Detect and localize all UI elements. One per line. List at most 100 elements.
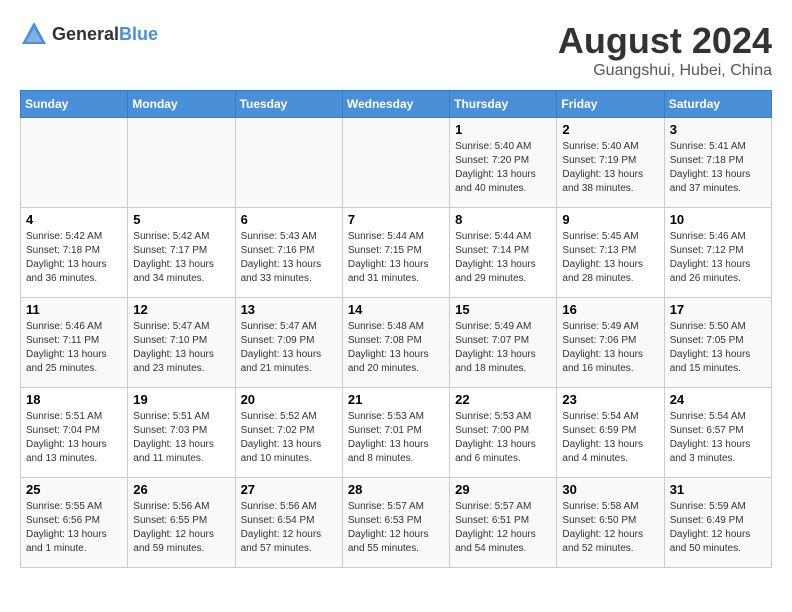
day-number: 25 xyxy=(26,482,122,497)
day-number: 27 xyxy=(241,482,337,497)
calendar-cell: 1 Sunrise: 5:40 AMSunset: 7:20 PMDaylight… xyxy=(450,118,557,208)
day-info: Sunrise: 5:51 AMSunset: 7:04 PMDaylight:… xyxy=(26,410,122,466)
weekday-header-friday: Friday xyxy=(557,91,664,118)
weekday-header-saturday: Saturday xyxy=(664,91,771,118)
calendar-cell xyxy=(128,118,235,208)
day-info: Sunrise: 5:58 AMSunset: 6:50 PMDaylight:… xyxy=(562,500,658,556)
day-info: Sunrise: 5:47 AMSunset: 7:10 PMDaylight:… xyxy=(133,320,229,376)
logo-icon xyxy=(20,20,48,48)
calendar-cell: 30 Sunrise: 5:58 AMSunset: 6:50 PMDayligh… xyxy=(557,478,664,568)
weekday-header-monday: Monday xyxy=(128,91,235,118)
day-number: 2 xyxy=(562,122,658,137)
calendar-cell: 2 Sunrise: 5:40 AMSunset: 7:19 PMDaylight… xyxy=(557,118,664,208)
day-info: Sunrise: 5:48 AMSunset: 7:08 PMDaylight:… xyxy=(348,320,444,376)
calendar-cell: 7 Sunrise: 5:44 AMSunset: 7:15 PMDaylight… xyxy=(342,208,449,298)
day-number: 19 xyxy=(133,392,229,407)
logo-text-blue: Blue xyxy=(119,24,158,44)
day-info: Sunrise: 5:56 AMSunset: 6:54 PMDaylight:… xyxy=(241,500,337,556)
day-number: 16 xyxy=(562,302,658,317)
calendar-cell: 24 Sunrise: 5:54 AMSunset: 6:57 PMDayligh… xyxy=(664,388,771,478)
calendar-cell: 25Sunrise: 5:55 AMSunset: 6:56 PMDayligh… xyxy=(21,478,128,568)
day-info: Sunrise: 5:40 AMSunset: 7:20 PMDaylight:… xyxy=(455,140,551,196)
day-number: 5 xyxy=(133,212,229,227)
calendar-cell xyxy=(342,118,449,208)
day-number: 29 xyxy=(455,482,551,497)
day-number: 31 xyxy=(670,482,766,497)
day-number: 22 xyxy=(455,392,551,407)
day-number: 1 xyxy=(455,122,551,137)
calendar-cell: 9Sunrise: 5:45 AMSunset: 7:13 PMDaylight… xyxy=(557,208,664,298)
day-number: 23 xyxy=(562,392,658,407)
day-info: Sunrise: 5:42 AMSunset: 7:17 PMDaylight:… xyxy=(133,230,229,286)
month-year: August 2024 xyxy=(558,20,772,62)
calendar-cell xyxy=(21,118,128,208)
day-info: Sunrise: 5:41 AMSunset: 7:18 PMDaylight:… xyxy=(670,140,766,196)
day-number: 13 xyxy=(241,302,337,317)
day-number: 14 xyxy=(348,302,444,317)
title-block: August 2024 Guangshui, Hubei, China xyxy=(558,20,772,80)
day-number: 26 xyxy=(133,482,229,497)
day-number: 28 xyxy=(348,482,444,497)
calendar-cell: 23 Sunrise: 5:54 AMSunset: 6:59 PMDayligh… xyxy=(557,388,664,478)
calendar-header-row: SundayMondayTuesdayWednesdayThursdayFrid… xyxy=(21,91,772,118)
day-number: 17 xyxy=(670,302,766,317)
weekday-header-thursday: Thursday xyxy=(450,91,557,118)
calendar-cell: 4Sunrise: 5:42 AMSunset: 7:18 PMDaylight… xyxy=(21,208,128,298)
calendar-cell: 22Sunrise: 5:53 AMSunset: 7:00 PMDayligh… xyxy=(450,388,557,478)
day-number: 6 xyxy=(241,212,337,227)
day-info: Sunrise: 5:54 AMSunset: 6:59 PMDaylight:… xyxy=(562,410,658,466)
logo: GeneralBlue xyxy=(20,20,158,48)
calendar-cell: 18 Sunrise: 5:51 AMSunset: 7:04 PMDayligh… xyxy=(21,388,128,478)
calendar-cell: 14 Sunrise: 5:48 AMSunset: 7:08 PMDayligh… xyxy=(342,298,449,388)
calendar-week-4: 18 Sunrise: 5:51 AMSunset: 7:04 PMDayligh… xyxy=(21,388,772,478)
day-info: Sunrise: 5:51 AMSunset: 7:03 PMDaylight:… xyxy=(133,410,229,466)
day-info: Sunrise: 5:47 AMSunset: 7:09 PMDaylight:… xyxy=(241,320,337,376)
day-number: 15 xyxy=(455,302,551,317)
weekday-header-tuesday: Tuesday xyxy=(235,91,342,118)
day-info: Sunrise: 5:57 AMSunset: 6:53 PMDaylight:… xyxy=(348,500,444,556)
day-info: Sunrise: 5:59 AMSunset: 6:49 PMDaylight:… xyxy=(670,500,766,556)
day-number: 11 xyxy=(26,302,122,317)
calendar-cell: 13 Sunrise: 5:47 AMSunset: 7:09 PMDayligh… xyxy=(235,298,342,388)
day-info: Sunrise: 5:57 AMSunset: 6:51 PMDaylight:… xyxy=(455,500,551,556)
day-info: Sunrise: 5:46 AMSunset: 7:11 PMDaylight:… xyxy=(26,320,122,376)
day-info: Sunrise: 5:53 AMSunset: 7:01 PMDaylight:… xyxy=(348,410,444,466)
calendar-week-5: 25Sunrise: 5:55 AMSunset: 6:56 PMDayligh… xyxy=(21,478,772,568)
calendar-cell: 19 Sunrise: 5:51 AMSunset: 7:03 PMDayligh… xyxy=(128,388,235,478)
day-number: 10 xyxy=(670,212,766,227)
day-info: Sunrise: 5:49 AMSunset: 7:07 PMDaylight:… xyxy=(455,320,551,376)
day-info: Sunrise: 5:44 AMSunset: 7:15 PMDaylight:… xyxy=(348,230,444,286)
day-info: Sunrise: 5:49 AMSunset: 7:06 PMDaylight:… xyxy=(562,320,658,376)
day-info: Sunrise: 5:50 AMSunset: 7:05 PMDaylight:… xyxy=(670,320,766,376)
day-number: 24 xyxy=(670,392,766,407)
day-info: Sunrise: 5:45 AMSunset: 7:13 PMDaylight:… xyxy=(562,230,658,286)
day-info: Sunrise: 5:52 AMSunset: 7:02 PMDaylight:… xyxy=(241,410,337,466)
day-number: 18 xyxy=(26,392,122,407)
day-info: Sunrise: 5:54 AMSunset: 6:57 PMDaylight:… xyxy=(670,410,766,466)
calendar-week-2: 4Sunrise: 5:42 AMSunset: 7:18 PMDaylight… xyxy=(21,208,772,298)
day-number: 30 xyxy=(562,482,658,497)
day-info: Sunrise: 5:40 AMSunset: 7:19 PMDaylight:… xyxy=(562,140,658,196)
logo-text-general: General xyxy=(52,24,119,44)
calendar-cell: 21 Sunrise: 5:53 AMSunset: 7:01 PMDayligh… xyxy=(342,388,449,478)
day-number: 3 xyxy=(670,122,766,137)
day-number: 12 xyxy=(133,302,229,317)
calendar-cell: 3 Sunrise: 5:41 AMSunset: 7:18 PMDaylight… xyxy=(664,118,771,208)
calendar-cell: 15 Sunrise: 5:49 AMSunset: 7:07 PMDayligh… xyxy=(450,298,557,388)
day-number: 8 xyxy=(455,212,551,227)
calendar-cell: 10 Sunrise: 5:46 AMSunset: 7:12 PMDayligh… xyxy=(664,208,771,298)
weekday-header-sunday: Sunday xyxy=(21,91,128,118)
calendar-cell: 28 Sunrise: 5:57 AMSunset: 6:53 PMDayligh… xyxy=(342,478,449,568)
day-info: Sunrise: 5:46 AMSunset: 7:12 PMDaylight:… xyxy=(670,230,766,286)
calendar-cell: 16 Sunrise: 5:49 AMSunset: 7:06 PMDayligh… xyxy=(557,298,664,388)
day-number: 7 xyxy=(348,212,444,227)
calendar-cell: 5 Sunrise: 5:42 AMSunset: 7:17 PMDaylight… xyxy=(128,208,235,298)
calendar-cell xyxy=(235,118,342,208)
calendar-cell: 8Sunrise: 5:44 AMSunset: 7:14 PMDaylight… xyxy=(450,208,557,298)
weekday-header-wednesday: Wednesday xyxy=(342,91,449,118)
calendar-cell: 12 Sunrise: 5:47 AMSunset: 7:10 PMDayligh… xyxy=(128,298,235,388)
calendar-week-3: 11 Sunrise: 5:46 AMSunset: 7:11 PMDayligh… xyxy=(21,298,772,388)
day-number: 21 xyxy=(348,392,444,407)
day-number: 4 xyxy=(26,212,122,227)
calendar-table: SundayMondayTuesdayWednesdayThursdayFrid… xyxy=(20,90,772,568)
